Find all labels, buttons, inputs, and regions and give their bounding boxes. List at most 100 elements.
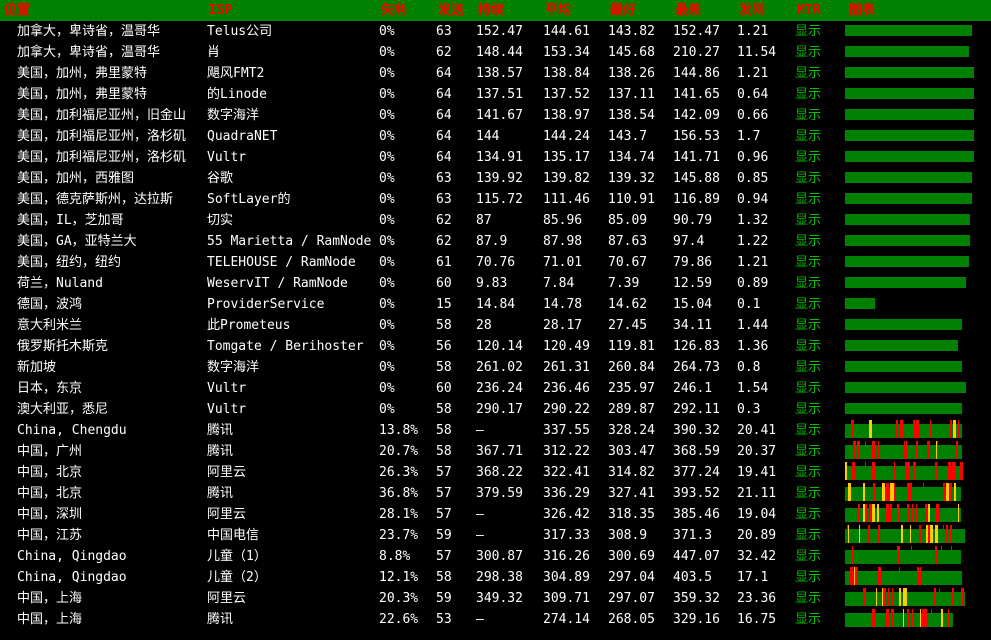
packet-loss-mark: [931, 609, 932, 627]
cell-avg: 111.46: [543, 192, 590, 207]
mtr-show-link[interactable]: 显示: [793, 567, 845, 588]
cell-stdev: 17.1: [737, 570, 769, 585]
packet-loss-mark: [953, 420, 956, 438]
cell-best: 328.24: [608, 423, 655, 438]
mtr-show-link[interactable]: 显示: [793, 336, 845, 357]
packet-loss-mark: [899, 567, 900, 585]
cell-loss: 0%: [379, 45, 395, 60]
cell-location: 美国，德克萨斯州，达拉斯: [17, 192, 174, 207]
mtr-show-link[interactable]: 显示: [793, 252, 845, 273]
cell-best: 308.9: [608, 528, 648, 543]
cell-stdev: 19.04: [737, 507, 777, 522]
mtr-show-link[interactable]: 显示: [793, 546, 845, 567]
mtr-show-link[interactable]: 显示: [793, 231, 845, 252]
mtr-show-link[interactable]: 显示: [793, 357, 845, 378]
cell-avg: 120.49: [543, 339, 590, 354]
packet-loss-mark: [865, 504, 867, 522]
mtr-show-link[interactable]: 显示: [793, 441, 845, 462]
mtr-show-link[interactable]: 显示: [793, 63, 845, 84]
mtr-show-link[interactable]: 显示: [793, 42, 845, 63]
cell-sent: 57: [436, 507, 452, 522]
cell-isp: 切实: [207, 213, 234, 228]
packet-loss-mark: [868, 525, 870, 543]
cell-location: 澳大利亚，悉尼: [17, 402, 109, 417]
latency-chart-cell: [845, 84, 991, 105]
cell-sent: 64: [436, 150, 452, 165]
cell-stdev: 1.36: [737, 339, 769, 354]
cell-sent: 59: [436, 528, 452, 543]
mtr-show-link[interactable]: 显示: [793, 147, 845, 168]
packet-loss-mark: [951, 483, 952, 501]
table-row: 中国，江苏 中国电信 23.7% 59 – 317.33 308.9 371.3 20.89 显示: [0, 525, 991, 546]
packet-loss-mark: [946, 525, 948, 543]
latency-chart-cell: [845, 567, 991, 588]
cell-worst: 385.46: [673, 507, 720, 522]
cell-isp: 数字海洋: [207, 108, 260, 123]
cell-avg: 137.52: [543, 87, 590, 102]
cell-isp: 腾讯: [207, 486, 234, 501]
packet-loss-mark: [952, 588, 954, 606]
table-row: 中国，广州 腾讯 20.7% 58 367.71 312.22 303.47 368.59 20…: [0, 441, 991, 462]
table-row: 中国，上海 腾讯 22.6% 53 – 274.14 268.05 329.16 16.75 显示: [0, 609, 991, 630]
packet-loss-mark: [851, 420, 854, 438]
mtr-show-link[interactable]: 显示: [793, 84, 845, 105]
cell-worst: 145.88: [673, 171, 720, 186]
packet-loss-mark: [877, 504, 879, 522]
latency-chart: [845, 235, 970, 246]
header-location: 位置: [0, 0, 205, 21]
header-loss: 失利: [377, 0, 434, 21]
mtr-show-link[interactable]: 显示: [793, 378, 845, 399]
latency-bar: [845, 382, 966, 393]
packet-loss-mark: [916, 504, 917, 522]
packet-loss-mark: [911, 546, 912, 564]
cell-avg: 144.24: [543, 129, 590, 144]
cell-loss: 0%: [379, 192, 395, 207]
packet-loss-mark: [952, 462, 955, 480]
packet-loss-mark: [922, 609, 924, 627]
mtr-show-link[interactable]: 显示: [793, 525, 845, 546]
packet-loss-mark: [950, 525, 952, 543]
cell-stdev: 20.89: [737, 528, 777, 543]
mtr-show-link[interactable]: 显示: [793, 462, 845, 483]
table-row: 美国，加州，弗里蒙特 的Linode 0% 64 137.51 137.52 137.11 1…: [0, 84, 991, 105]
cell-avg: 87.98: [543, 234, 583, 249]
cell-worst: 90.79: [673, 213, 713, 228]
mtr-show-link[interactable]: 显示: [793, 105, 845, 126]
mtr-show-link[interactable]: 显示: [793, 294, 845, 315]
cell-worst: 141.71: [673, 150, 720, 165]
cell-sent: 60: [436, 276, 452, 291]
mtr-show-link[interactable]: 显示: [793, 210, 845, 231]
mtr-show-link[interactable]: 显示: [793, 21, 845, 42]
latency-chart-cell: [845, 378, 991, 399]
mtr-show-link[interactable]: 显示: [793, 588, 845, 609]
mtr-show-link[interactable]: 显示: [793, 168, 845, 189]
cell-worst: 329.16: [673, 612, 720, 627]
packet-loss-mark: [906, 441, 907, 459]
packet-loss-mark: [883, 588, 886, 606]
mtr-show-link[interactable]: 显示: [793, 420, 845, 441]
latency-chart: [845, 588, 965, 606]
cell-loss: 0%: [379, 24, 395, 39]
cell-isp: QuadraNET: [207, 129, 278, 144]
table-row: China, Qingdao 儿童（2） 12.1% 58 298.38 304.89 29…: [0, 567, 991, 588]
mtr-show-link[interactable]: 显示: [793, 609, 845, 630]
mtr-show-link[interactable]: 显示: [793, 504, 845, 525]
cell-best: 138.54: [608, 108, 655, 123]
table-row: 美国，德克萨斯州，达拉斯 SoftLayer的 0% 63 115.72 111.46 11…: [0, 189, 991, 210]
mtr-show-link[interactable]: 显示: [793, 315, 845, 336]
header-last: 持续: [474, 0, 541, 21]
packet-loss-mark: [912, 504, 913, 522]
mtr-show-link[interactable]: 显示: [793, 126, 845, 147]
cell-worst: 246.1: [673, 381, 713, 396]
packet-loss-mark: [903, 609, 904, 627]
mtr-show-link[interactable]: 显示: [793, 483, 845, 504]
cell-stdev: 1.21: [737, 66, 769, 81]
mtr-show-link[interactable]: 显示: [793, 273, 845, 294]
packet-loss-mark: [854, 567, 855, 585]
table-body: 加拿大，卑诗省，温哥华 Telus公司 0% 63 152.47 144.61 143.82…: [0, 21, 991, 630]
latency-chart: [845, 319, 962, 330]
mtr-show-link[interactable]: 显示: [793, 189, 845, 210]
cell-location: 美国，加州，弗里蒙特: [17, 66, 148, 81]
mtr-show-link[interactable]: 显示: [793, 399, 845, 420]
cell-stdev: 21.11: [737, 486, 777, 501]
